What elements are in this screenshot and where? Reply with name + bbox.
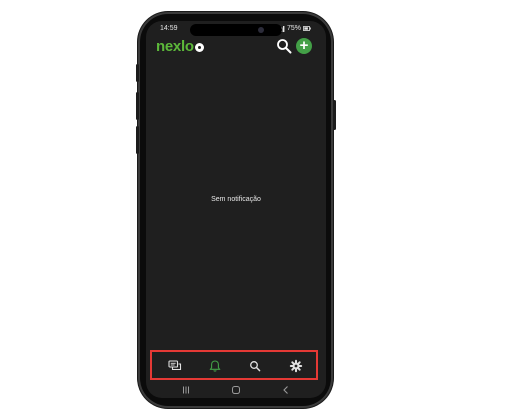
status-indicators: 75% (276, 25, 311, 32)
add-button[interactable]: + (296, 38, 312, 54)
back-icon (283, 386, 288, 394)
phone-volume-up-button (136, 92, 139, 120)
system-recents-button[interactable] (180, 384, 192, 396)
front-camera-notch (190, 24, 282, 36)
battery-percent: 75% (286, 25, 301, 32)
phone-screen: 14:59 75% nexlo + Sem notificação (146, 21, 326, 398)
logo-text: nexlo (156, 38, 194, 55)
system-navigation-bar (146, 383, 326, 397)
recents-icon (183, 386, 189, 394)
phone-power-button (333, 100, 336, 130)
app-logo: nexlo (156, 38, 204, 55)
phone-side-button (136, 64, 139, 82)
logo-bubble-icon (194, 43, 204, 52)
plus-icon: + (299, 37, 309, 54)
system-back-button[interactable] (280, 384, 292, 396)
status-time: 14:59 (160, 25, 178, 32)
bottom-navigation-highlight-box (150, 350, 318, 380)
phone-volume-down-button (136, 126, 139, 154)
camera-lens (258, 27, 264, 33)
empty-state-message: Sem notificação (211, 196, 261, 203)
search-icon (277, 39, 292, 54)
battery-icon (303, 26, 311, 31)
home-icon (232, 386, 240, 394)
system-home-button[interactable] (230, 384, 242, 396)
header-search-button[interactable] (276, 38, 292, 54)
